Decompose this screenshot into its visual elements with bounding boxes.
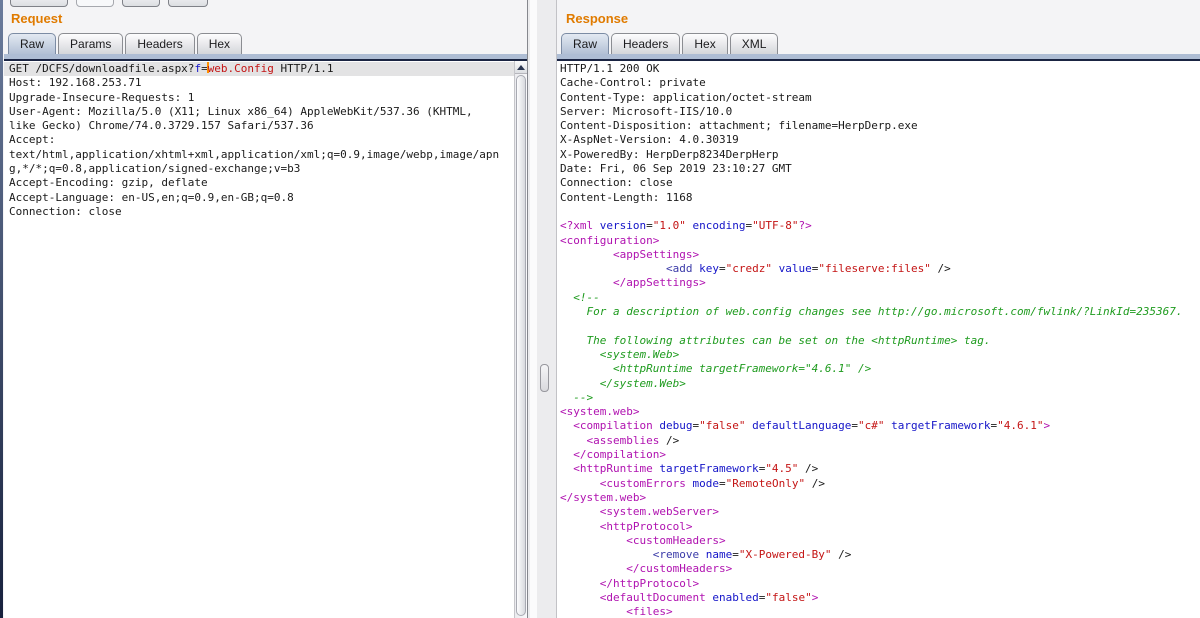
code-line: <add key="credz" value="fileserve:files"… (557, 262, 1200, 276)
code-line: <customErrors mode="RemoteOnly" /> (557, 477, 1200, 491)
request-scrollbar[interactable] (514, 61, 527, 618)
response-editor[interactable]: HTTP/1.1 200 OKCache-Control: privateCon… (557, 61, 1200, 618)
code-line: </httpProtocol> (557, 577, 1200, 591)
code-line (557, 205, 1200, 219)
code-line: For a description of web.config changes … (557, 305, 1200, 319)
code-line: Upgrade-Insecure-Requests: 1 (4, 91, 514, 105)
code-line: User-Agent: Mozilla/5.0 (X11; Linux x86_… (4, 105, 514, 119)
gutter-strip (530, 0, 537, 618)
code-line: <configuration> (557, 234, 1200, 248)
window-left-edge (0, 0, 3, 618)
tab-hex[interactable]: Hex (682, 33, 727, 54)
panel-gutter (528, 0, 556, 618)
code-line: Cache-Control: private (557, 76, 1200, 90)
code-line: <?xml version="1.0" encoding="UTF-8"?> (557, 219, 1200, 233)
code-line: GET /DCFS/downloadfile.aspx?f=web.Config… (4, 62, 514, 76)
code-line: <httpRuntime targetFramework="4.5" /> (557, 462, 1200, 476)
code-line: </appSettings> (557, 276, 1200, 290)
code-line: Date: Fri, 06 Sep 2019 23:10:27 GMT (557, 162, 1200, 176)
request-editor[interactable]: GET /DCFS/downloadfile.aspx?f=web.Config… (4, 61, 514, 618)
request-panel-title: Request (11, 11, 62, 26)
code-line: <!-- (557, 291, 1200, 305)
request-tab-underline (4, 54, 527, 61)
code-line: <files> (557, 605, 1200, 618)
code-line: Content-Type: application/octet-stream (557, 91, 1200, 105)
request-editor-area: GET /DCFS/downloadfile.aspx?f=web.Config… (4, 61, 527, 618)
code-line: Connection: close (557, 176, 1200, 190)
response-editor-area: HTTP/1.1 200 OKCache-Control: privateCon… (557, 61, 1200, 618)
code-line: --> (557, 391, 1200, 405)
panel-splitter[interactable] (540, 364, 549, 392)
code-line: <system.web> (557, 405, 1200, 419)
code-line: Content-Length: 1168 (557, 191, 1200, 205)
code-line: <compilation debug="false" defaultLangua… (557, 419, 1200, 433)
code-line: <customHeaders> (557, 534, 1200, 548)
response-tab-bar: RawHeadersHexXML (561, 33, 780, 54)
code-line: Accept-Language: en-US,en;q=0.9,en-GB;q=… (4, 191, 514, 205)
tab-hex[interactable]: Hex (197, 33, 242, 54)
code-line: <remove name="X-Powered-By" /> (557, 548, 1200, 562)
tab-raw[interactable]: Raw (8, 33, 56, 54)
code-line: <system.Web> (557, 348, 1200, 362)
tab-raw[interactable]: Raw (561, 33, 609, 54)
code-line: </compilation> (557, 448, 1200, 462)
code-line: g,*/*;q=0.8,application/signed-exchange;… (4, 162, 514, 176)
response-panel-title: Response (566, 11, 628, 26)
arrow-up-icon (517, 65, 525, 70)
code-line: X-PoweredBy: HerpDerp8234DerpHerp (557, 148, 1200, 162)
code-line: Connection: close (4, 205, 514, 219)
code-line: </system.web> (557, 491, 1200, 505)
code-line: Host: 192.168.253.71 (4, 76, 514, 90)
code-line: HTTP/1.1 200 OK (557, 62, 1200, 76)
request-panel: Request RawParamsHeadersHex GET /DCFS/do… (4, 0, 528, 618)
code-line: </customHeaders> (557, 562, 1200, 576)
scrollbar-thumb[interactable] (516, 75, 526, 616)
tab-headers[interactable]: Headers (611, 33, 680, 54)
code-line: <system.webServer> (557, 505, 1200, 519)
code-line: <assemblies /> (557, 434, 1200, 448)
response-panel: Response RawHeadersHexXML HTTP/1.1 200 O… (556, 0, 1200, 618)
code-line: Content-Disposition: attachment; filenam… (557, 119, 1200, 133)
code-line: X-AspNet-Version: 4.0.30319 (557, 133, 1200, 147)
code-line: Accept: (4, 133, 514, 147)
response-tab-underline (557, 54, 1200, 61)
code-line: <httpRuntime targetFramework="4.6.1" /> (557, 362, 1200, 376)
tab-xml[interactable]: XML (730, 33, 779, 54)
code-line: like Gecko) Chrome/74.0.3729.157 Safari/… (4, 119, 514, 133)
scroll-up-button[interactable] (515, 61, 527, 74)
code-line: Server: Microsoft-IIS/10.0 (557, 105, 1200, 119)
code-line: Accept-Encoding: gzip, deflate (4, 176, 514, 190)
code-line (557, 319, 1200, 333)
code-line: </system.Web> (557, 377, 1200, 391)
code-line: The following attributes can be set on t… (557, 334, 1200, 348)
tab-params[interactable]: Params (58, 33, 123, 54)
code-line: <httpProtocol> (557, 520, 1200, 534)
code-line: <appSettings> (557, 248, 1200, 262)
code-line: <defaultDocument enabled="false"> (557, 591, 1200, 605)
request-tab-bar: RawParamsHeadersHex (8, 33, 244, 54)
tab-headers[interactable]: Headers (125, 33, 194, 54)
code-line: text/html,application/xhtml+xml,applicat… (4, 148, 514, 162)
